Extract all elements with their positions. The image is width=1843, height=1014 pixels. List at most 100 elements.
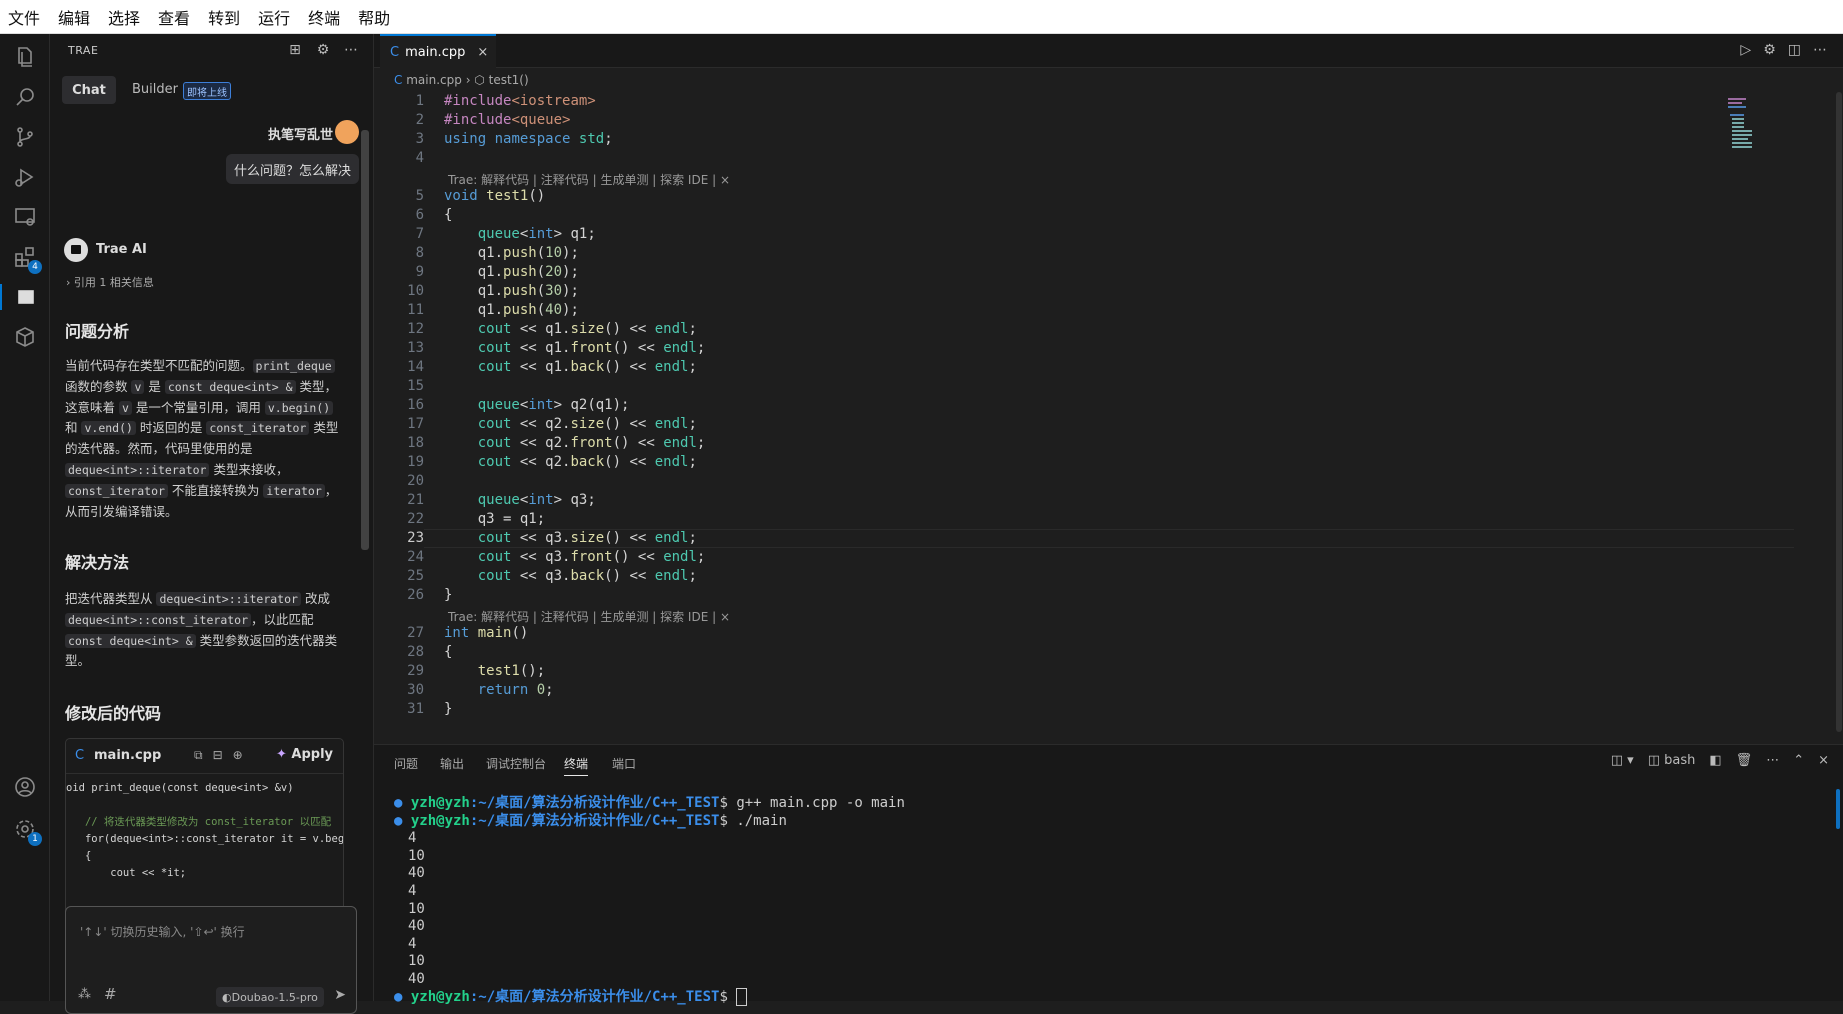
terminal-output-line: 40 <box>408 918 425 935</box>
tab-debug-console[interactable]: 调试控制台 <box>486 755 546 772</box>
settings-icon[interactable]: ⚙ <box>1763 42 1776 58</box>
editor-area: C main.cpp × ▷ ⚙ ◫ ⋯ C main.cpp › ⬡ test… <box>374 34 1843 770</box>
menu-help[interactable]: 帮助 <box>350 5 400 29</box>
paragraph-text: 改成 <box>300 591 330 606</box>
split-terminal-icon[interactable]: ◫ ▾ <box>1611 753 1634 768</box>
apply-button[interactable]: ✦ Apply <box>276 747 333 762</box>
split-editor-icon[interactable]: ◫ <box>1788 42 1801 58</box>
menu-view[interactable]: 查看 <box>150 5 200 29</box>
run-icon[interactable]: ▷ <box>1740 42 1751 58</box>
code-line: { <box>444 644 453 660</box>
code-card-line: oid print_deque(const deque<int> &v) <box>66 782 294 794</box>
extensions-icon[interactable]: 4 <box>12 244 42 274</box>
code-card-line: cout << *it; <box>66 867 187 879</box>
chat-input[interactable]: '↑↓' 切换历史输入, '⇧↩' 换行 ⁂ # ◐ Doubao-1.5-pr… <box>65 906 357 1014</box>
inline-code: iterator <box>263 483 325 498</box>
chevron-right-icon: › <box>66 276 71 289</box>
line-number: 19 <box>407 454 424 470</box>
menu-edit[interactable]: 编辑 <box>50 5 100 29</box>
paragraph-text: 类型来接收， <box>209 461 289 477</box>
terminal-scrollbar[interactable] <box>1836 789 1840 829</box>
codelens-actions[interactable]: Trae: 解释代码 | 注释代码 | 生成单测 | 探索 IDE | × <box>448 608 730 625</box>
command-status-icon: ● <box>394 795 411 811</box>
explorer-icon[interactable] <box>12 44 38 70</box>
user-name: 执笔写乱世 <box>267 128 333 143</box>
more-icon[interactable]: ⋯ <box>1766 753 1779 768</box>
menu-go[interactable]: 转到 <box>200 5 250 29</box>
menu-terminal[interactable]: 终端 <box>300 5 350 29</box>
menu-run[interactable]: 运行 <box>250 5 300 29</box>
tab-chat[interactable]: Chat <box>62 76 116 104</box>
search-icon[interactable] <box>12 84 38 110</box>
breadcrumb-file[interactable]: main.cpp <box>406 73 462 87</box>
inline-code: print_deque <box>252 359 335 373</box>
close-icon[interactable]: × <box>1818 753 1829 768</box>
function-icon: ⬡ <box>474 73 485 87</box>
terminal-output-line: 4 <box>408 935 417 952</box>
minimap[interactable] <box>1724 92 1774 172</box>
prompt-symbol: $ <box>719 795 737 811</box>
apply-label: Apply <box>291 747 333 762</box>
hash-icon[interactable]: # <box>104 985 117 1003</box>
codelens-actions[interactable]: Trae: 解释代码 | 注释代码 | 生成单测 | 探索 IDE | × <box>448 171 730 188</box>
line-number: 23 <box>407 530 424 546</box>
tab-terminal[interactable]: 终端 <box>564 755 589 776</box>
inline-code: const deque<int> & <box>164 379 296 394</box>
new-chat-icon[interactable]: ⊞ <box>287 42 303 58</box>
user-message: 什么问题？怎么解决 <box>225 154 359 184</box>
tab-main-cpp[interactable]: C main.cpp × <box>380 34 496 68</box>
trash-icon[interactable]: 🗑 <box>1736 753 1753 768</box>
insert-icon[interactable]: ⊟ <box>213 748 223 763</box>
new-file-icon[interactable]: ⊕ <box>233 748 243 763</box>
paragraph-text: 函数的参数 <box>65 378 132 394</box>
paragraph-text: 和 <box>65 420 82 436</box>
reference-toggle[interactable]: › 引用 1 相关信息 <box>66 274 154 290</box>
cpp-file-icon: C <box>394 73 403 87</box>
editor-scrollbar[interactable] <box>1836 92 1842 732</box>
tab-output[interactable]: 输出 <box>440 755 464 772</box>
magic-wand-icon[interactable]: ⁂ <box>78 987 91 1002</box>
account-icon[interactable] <box>12 774 38 800</box>
source-control-icon[interactable] <box>12 124 38 150</box>
solution-paragraph: 把迭代器类型从 deque<int>::iterator 改成 deque<in… <box>65 589 340 672</box>
line-number: 3 <box>415 131 424 147</box>
terminal-prompt-line: ● yzh@yzh:~/桌面/算法分析设计作业/C++_TEST$ g++ ma… <box>394 795 905 812</box>
side-scrollbar[interactable] <box>361 130 369 550</box>
close-icon[interactable]: × <box>477 45 488 60</box>
tab-problems[interactable]: 问题 <box>394 755 418 772</box>
settings-icon[interactable]: ⚙ <box>315 42 331 58</box>
code-line: #include<iostream> <box>444 93 596 109</box>
trae-chat-icon[interactable] <box>0 284 50 310</box>
line-number: 21 <box>407 492 424 508</box>
terminal-command: ./main <box>736 812 787 829</box>
tab-builder[interactable]: Builder <box>132 82 178 97</box>
remote-explorer-icon[interactable] <box>12 204 38 230</box>
code-line: cout << q3.front() << endl; <box>477 549 706 565</box>
prompt-user: yzh@yzh <box>410 812 470 829</box>
more-icon[interactable]: ⋯ <box>1813 42 1827 58</box>
code-card-header: C main.cpp ⧉ ⊟ ⊕ ✦ Apply <box>66 739 343 774</box>
side-panel-title: TRAE <box>68 44 99 57</box>
model-selector[interactable]: ◐ Doubao-1.5-pro <box>216 987 324 1007</box>
cube-icon[interactable] <box>12 324 38 350</box>
line-number: 13 <box>407 340 424 356</box>
copy-icon[interactable]: ⧉ <box>194 748 203 763</box>
terminal-output-line: 4 <box>408 830 417 847</box>
layout-icon[interactable]: ◧ <box>1709 753 1721 768</box>
tab-ports[interactable]: 端口 <box>612 755 636 772</box>
terminal-shell[interactable]: ◫ bash <box>1648 753 1696 768</box>
prompt-user: yzh@yzh <box>410 795 470 811</box>
inline-code: deque<int>::iterator <box>65 462 210 477</box>
more-icon[interactable]: ⋯ <box>343 42 359 58</box>
breadcrumb-symbol[interactable]: test1() <box>489 73 529 87</box>
menu-selection[interactable]: 选择 <box>100 5 150 29</box>
line-number: 29 <box>407 663 424 679</box>
manage-gear-icon[interactable]: 1 <box>12 816 42 846</box>
menu-file[interactable]: 文件 <box>0 5 50 29</box>
chat-input-placeholder: '↑↓' 切换历史输入, '⇧↩' 换行 <box>80 925 245 939</box>
panel-actions: ◫ ▾ ◫ bash ◧ 🗑 ⋯ ⌃ × <box>1611 753 1829 768</box>
maximize-icon[interactable]: ⌃ <box>1793 753 1804 768</box>
run-debug-icon[interactable] <box>12 164 38 190</box>
code-line: cout << q2.front() << endl; <box>477 435 706 451</box>
terminal-output-line: 40 <box>408 865 425 882</box>
